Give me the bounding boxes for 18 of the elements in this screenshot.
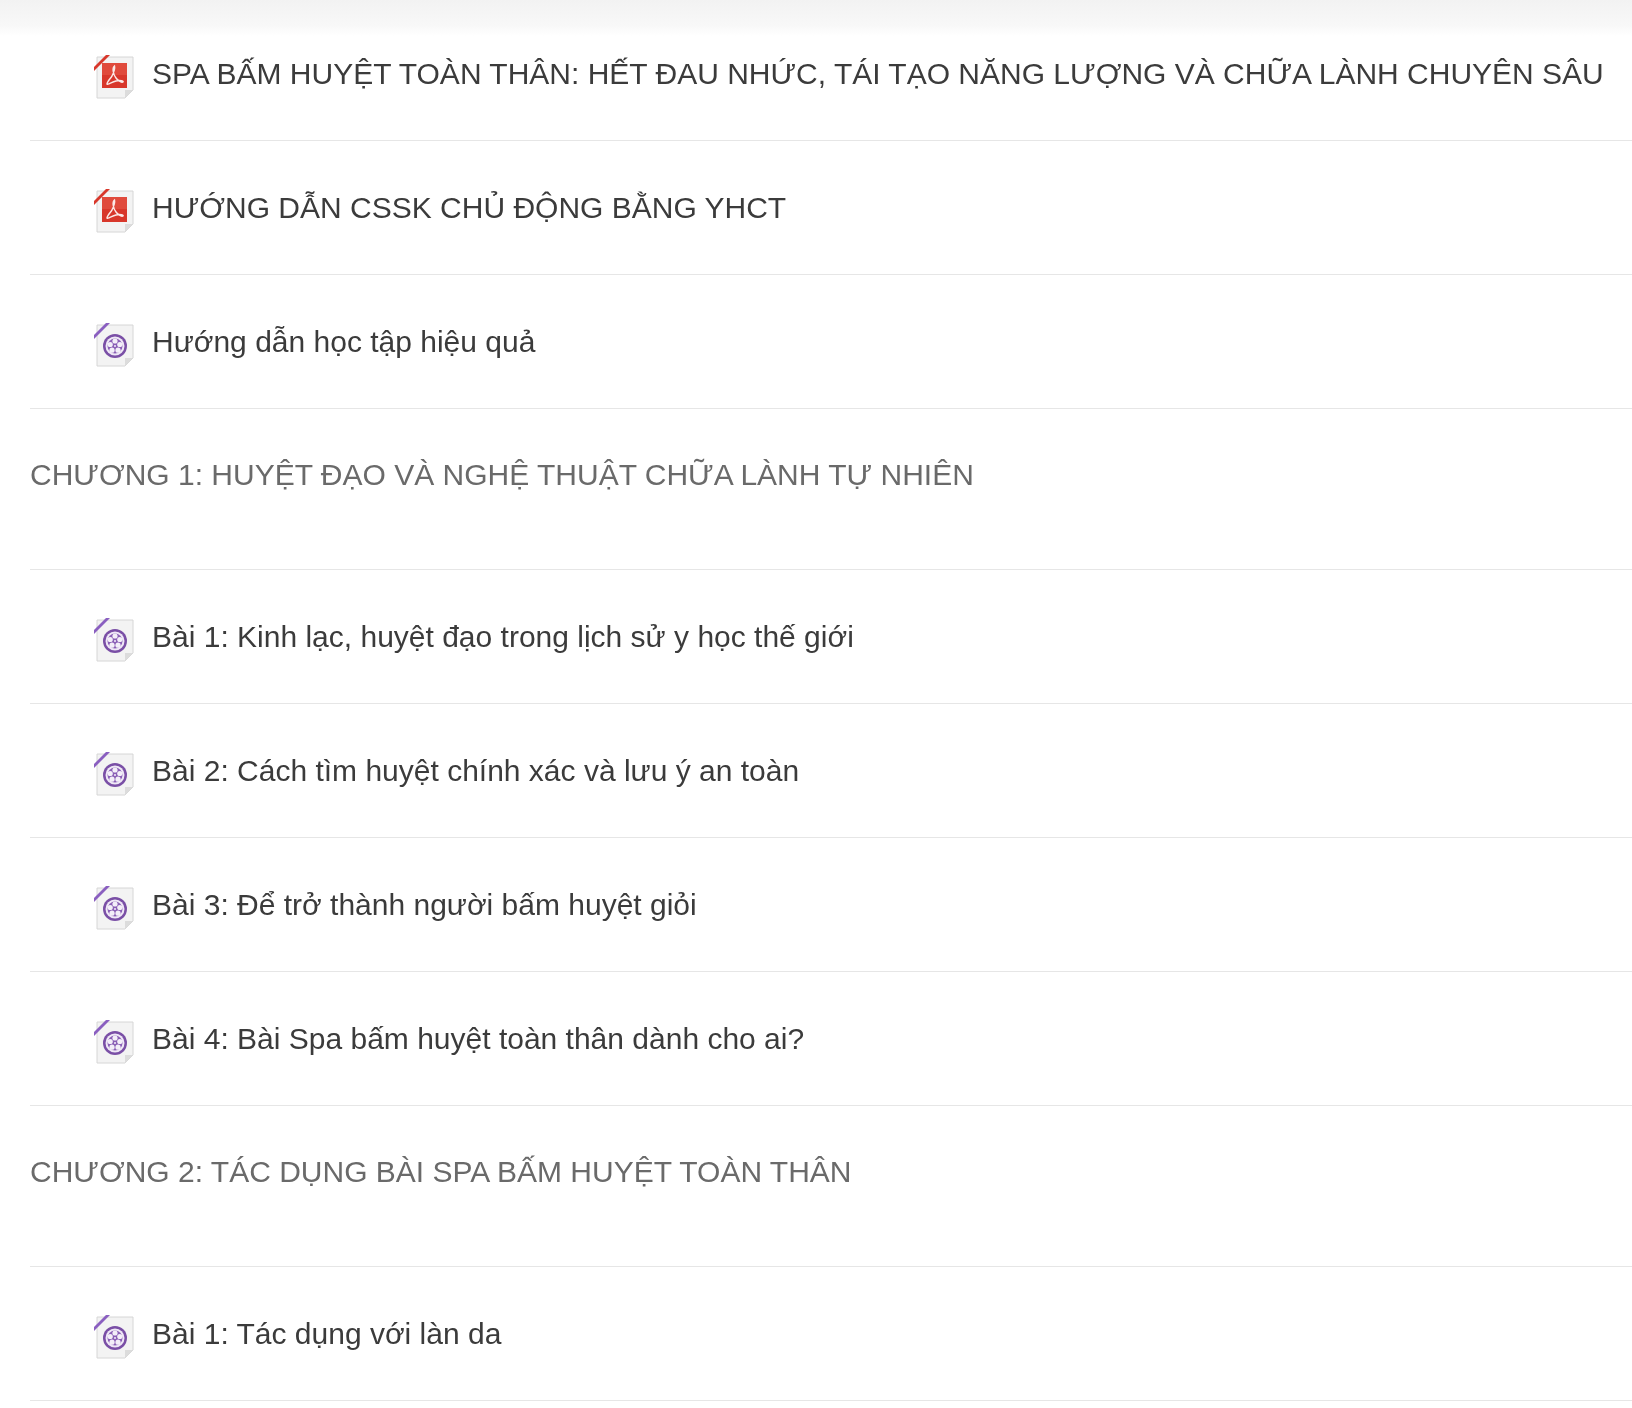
lesson-link[interactable]: Bài 3: Để trở thành người bấm huyệt giỏi	[152, 884, 697, 925]
lesson-link[interactable]: Hướng dẫn học tập hiệu quả	[152, 321, 536, 362]
film-reel-document-icon	[93, 750, 137, 797]
lesson-link[interactable]: HƯỚNG DẪN CSSK CHỦ ĐỘNG BẰNG YHCT	[152, 187, 787, 228]
lesson-link[interactable]: SPA BẤM HUYỆT TOÀN THÂN: HẾT ĐAU NHỨC, TÁI TẠO NĂNG LƯỢNG VÀ CHỮA LÀNH CHUYÊN SÂU	[152, 53, 1604, 94]
pdf-document-icon	[93, 187, 137, 234]
film-reel-document-icon	[93, 884, 137, 931]
film-reel-document-icon	[93, 1313, 137, 1360]
film-reel-document-icon	[93, 616, 137, 663]
film-reel-document-icon	[93, 1018, 137, 1065]
lesson-link[interactable]: Bài 2: Cách tìm huyệt chính xác và lưu ý an toàn	[152, 750, 800, 791]
pdf-document-icon	[93, 53, 137, 100]
lesson-link[interactable]: Bài 4: Bài Spa bấm huyệt toàn thân dành cho ai?	[152, 1018, 805, 1059]
section-heading: CHƯƠNG 2: TÁC DỤNG BÀI SPA BẤM HUYỆT TOÀN THÂN	[30, 1154, 852, 1190]
lesson-link[interactable]: Bài 1: Kinh lạc, huyệt đạo trong lịch sử y học thế giới	[152, 616, 854, 657]
section-heading: CHƯƠNG 1: HUYỆT ĐẠO VÀ NGHỆ THUẬT CHỮA LÀNH TỰ NHIÊN	[30, 457, 974, 493]
film-reel-document-icon	[93, 321, 137, 368]
lesson-link[interactable]: Bài 1: Tác dụng với làn da	[152, 1313, 502, 1354]
